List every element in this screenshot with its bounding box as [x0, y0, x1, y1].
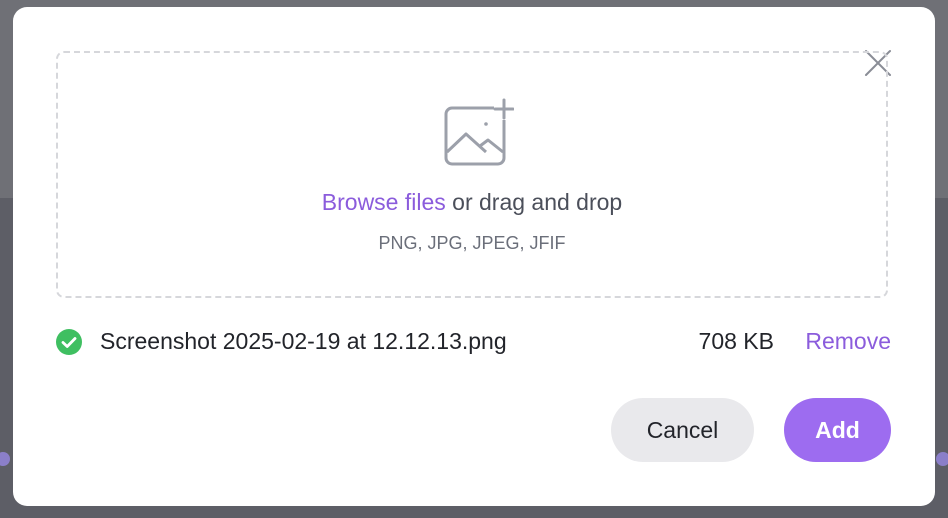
uploaded-file-row: Screenshot 2025-02-19 at 12.12.13.png 70…	[56, 327, 891, 355]
accepted-file-types: PNG, JPG, JPEG, JFIF	[378, 233, 566, 253]
cancel-button[interactable]: Cancel	[611, 398, 754, 462]
file-name: Screenshot 2025-02-19 at 12.12.13.png	[100, 328, 507, 354]
add-button[interactable]: Add	[784, 398, 891, 462]
upload-dialog: Browse files or drag and drop PNG, JPG, …	[13, 7, 935, 506]
dropzone-instructions: Browse files or drag and drop	[58, 189, 886, 216]
check-circle-icon	[56, 329, 82, 355]
backdrop-slider-handle-right	[936, 452, 948, 466]
drag-drop-text: or drag and drop	[445, 189, 623, 215]
file-dropzone[interactable]: Browse files or drag and drop PNG, JPG, …	[56, 51, 888, 298]
browse-files-link[interactable]: Browse files	[322, 189, 446, 215]
file-size: 708 KB	[698, 328, 774, 354]
image-add-icon	[444, 98, 514, 166]
remove-file-button[interactable]: Remove	[805, 327, 891, 355]
